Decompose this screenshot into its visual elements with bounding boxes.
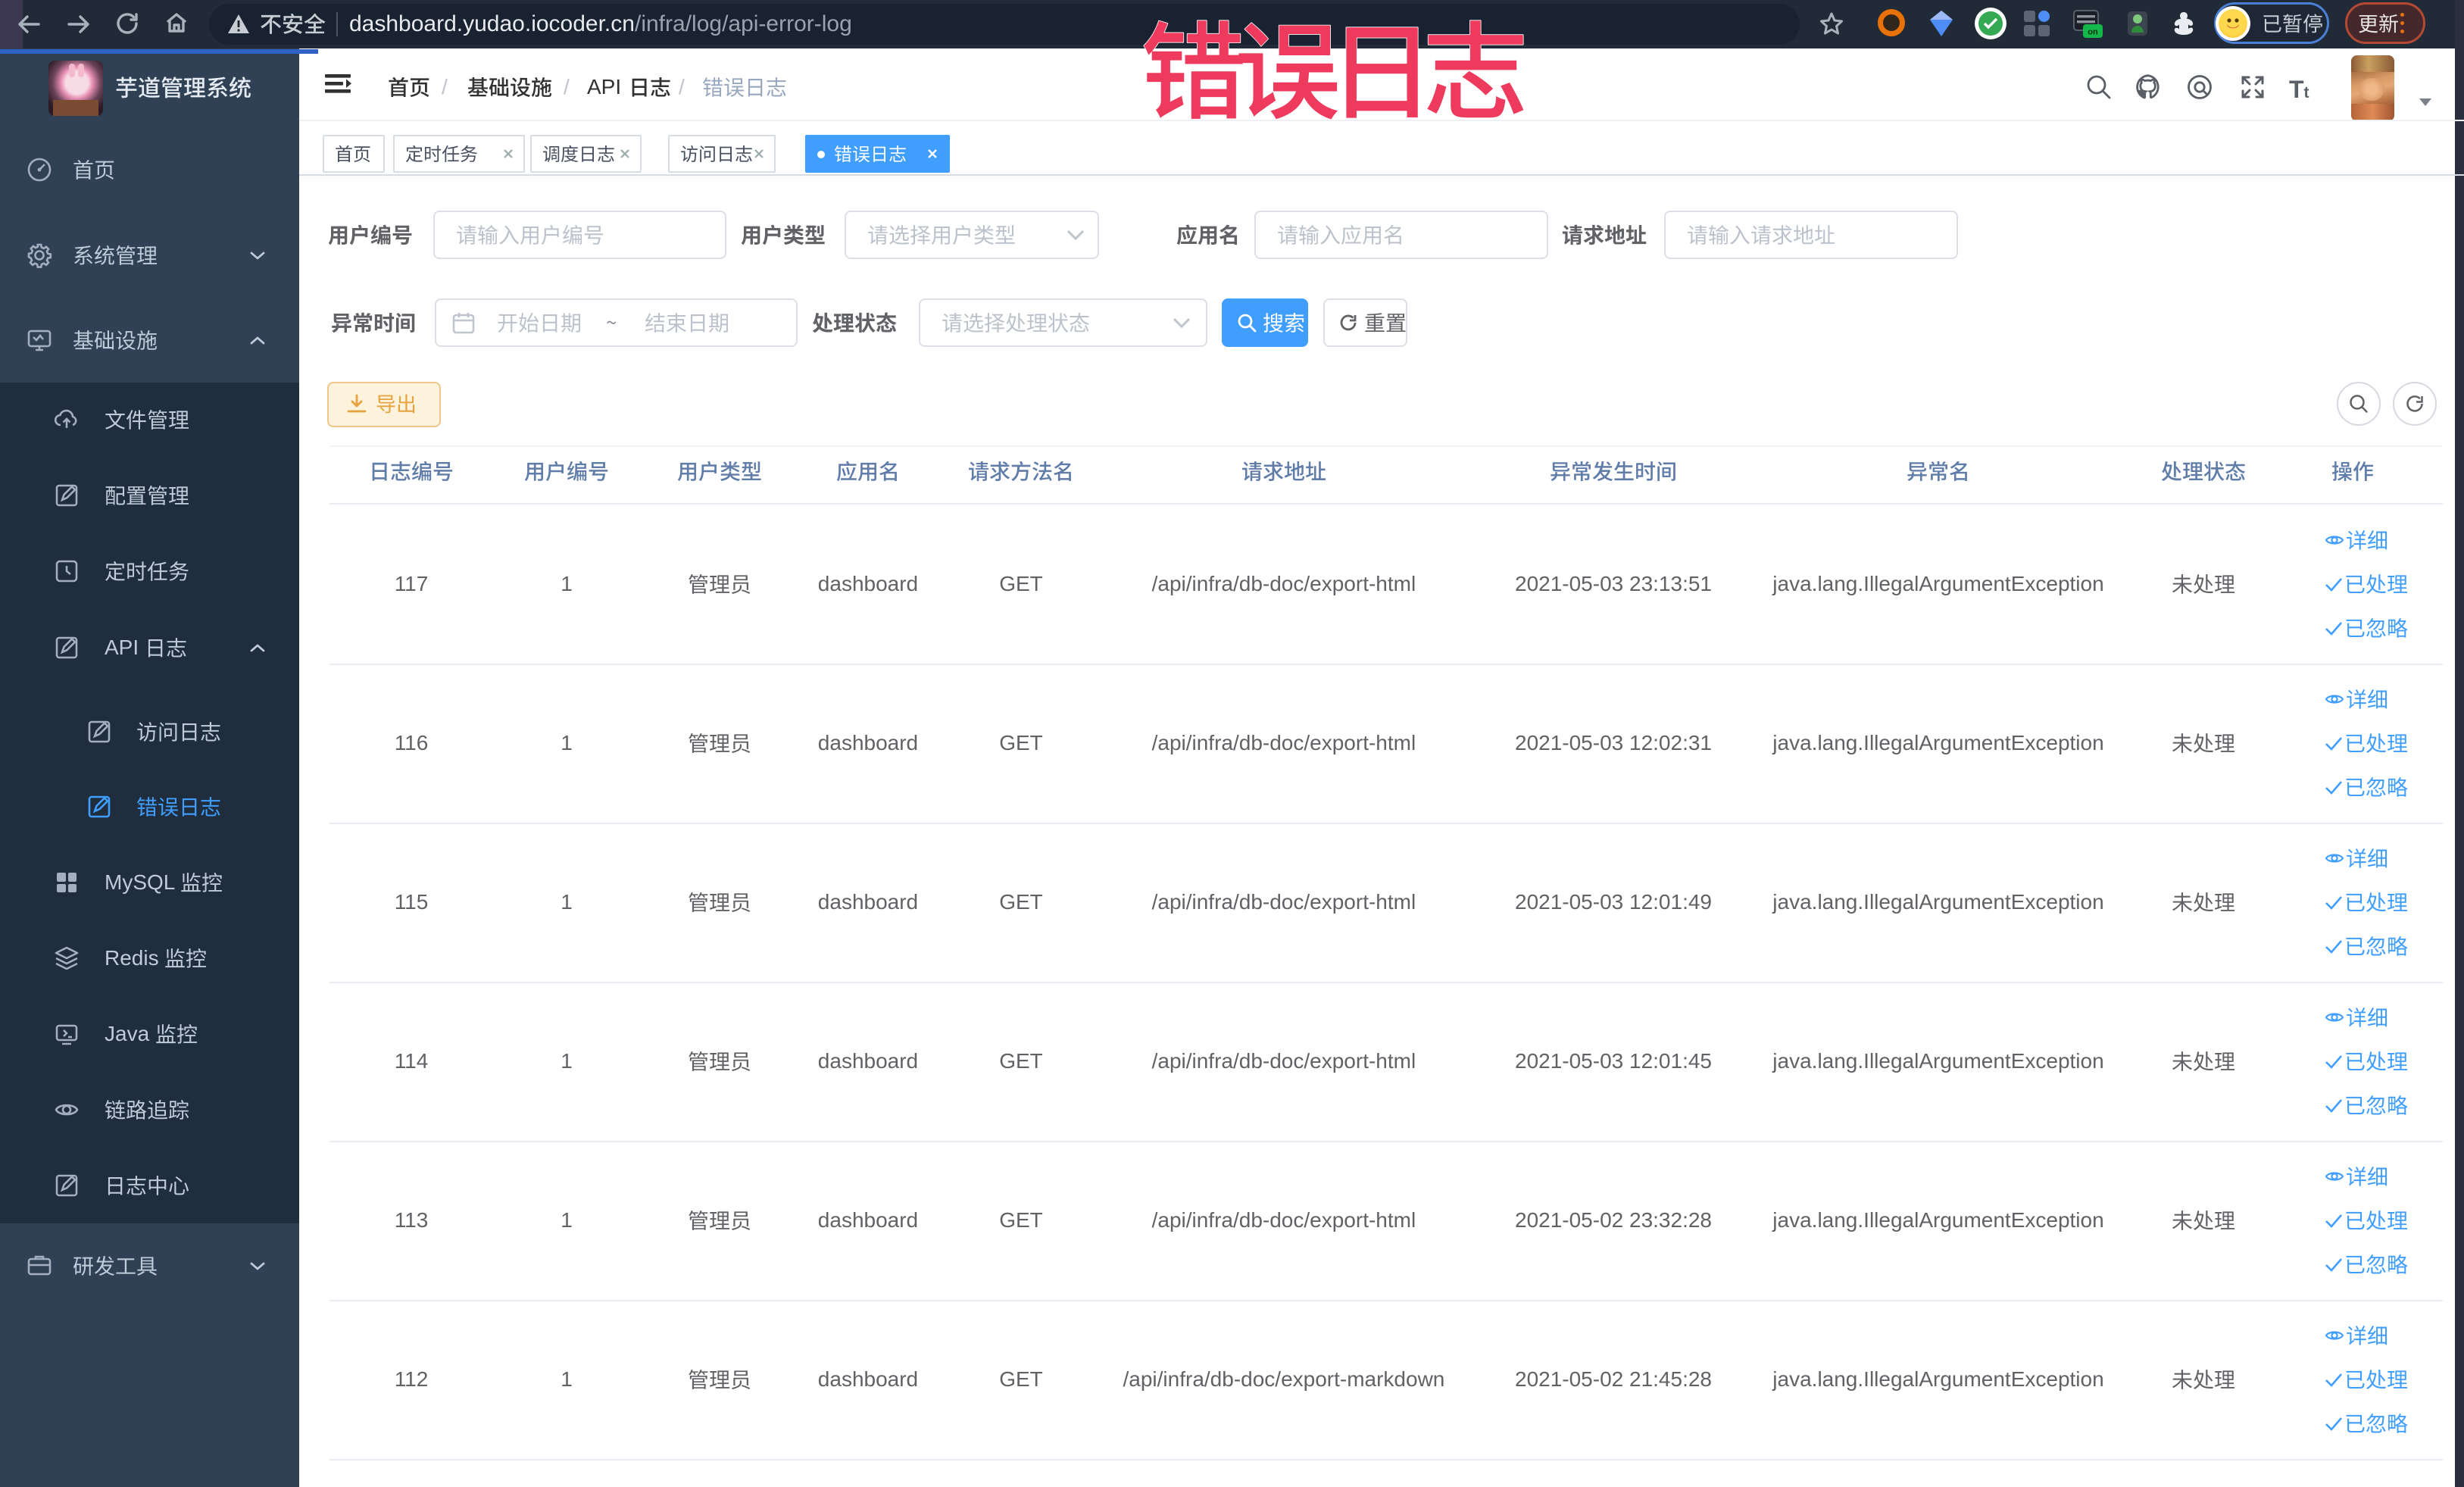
svg-text:on: on: [2088, 28, 2098, 37]
